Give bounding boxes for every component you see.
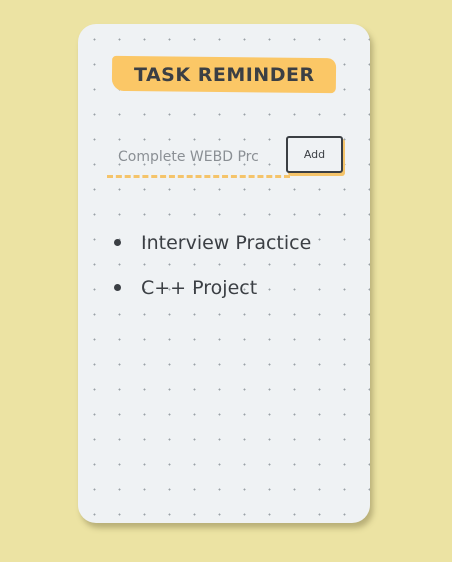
title-banner: TASK REMINDER (111, 55, 337, 94)
list-item[interactable]: Interview Practice (114, 220, 311, 265)
page-title: TASK REMINDER (133, 63, 315, 86)
list-item[interactable]: C++ Project (114, 265, 311, 310)
task-card: TASK REMINDER Add Interview Practice C++… (78, 24, 370, 523)
task-label: C++ Project (141, 276, 258, 299)
task-label: Interview Practice (141, 231, 312, 254)
add-button[interactable]: Add (286, 136, 343, 173)
bullet-icon (114, 284, 121, 291)
bullet-icon (114, 239, 121, 246)
task-input[interactable] (107, 139, 290, 178)
task-list: Interview Practice C++ Project (114, 220, 311, 310)
